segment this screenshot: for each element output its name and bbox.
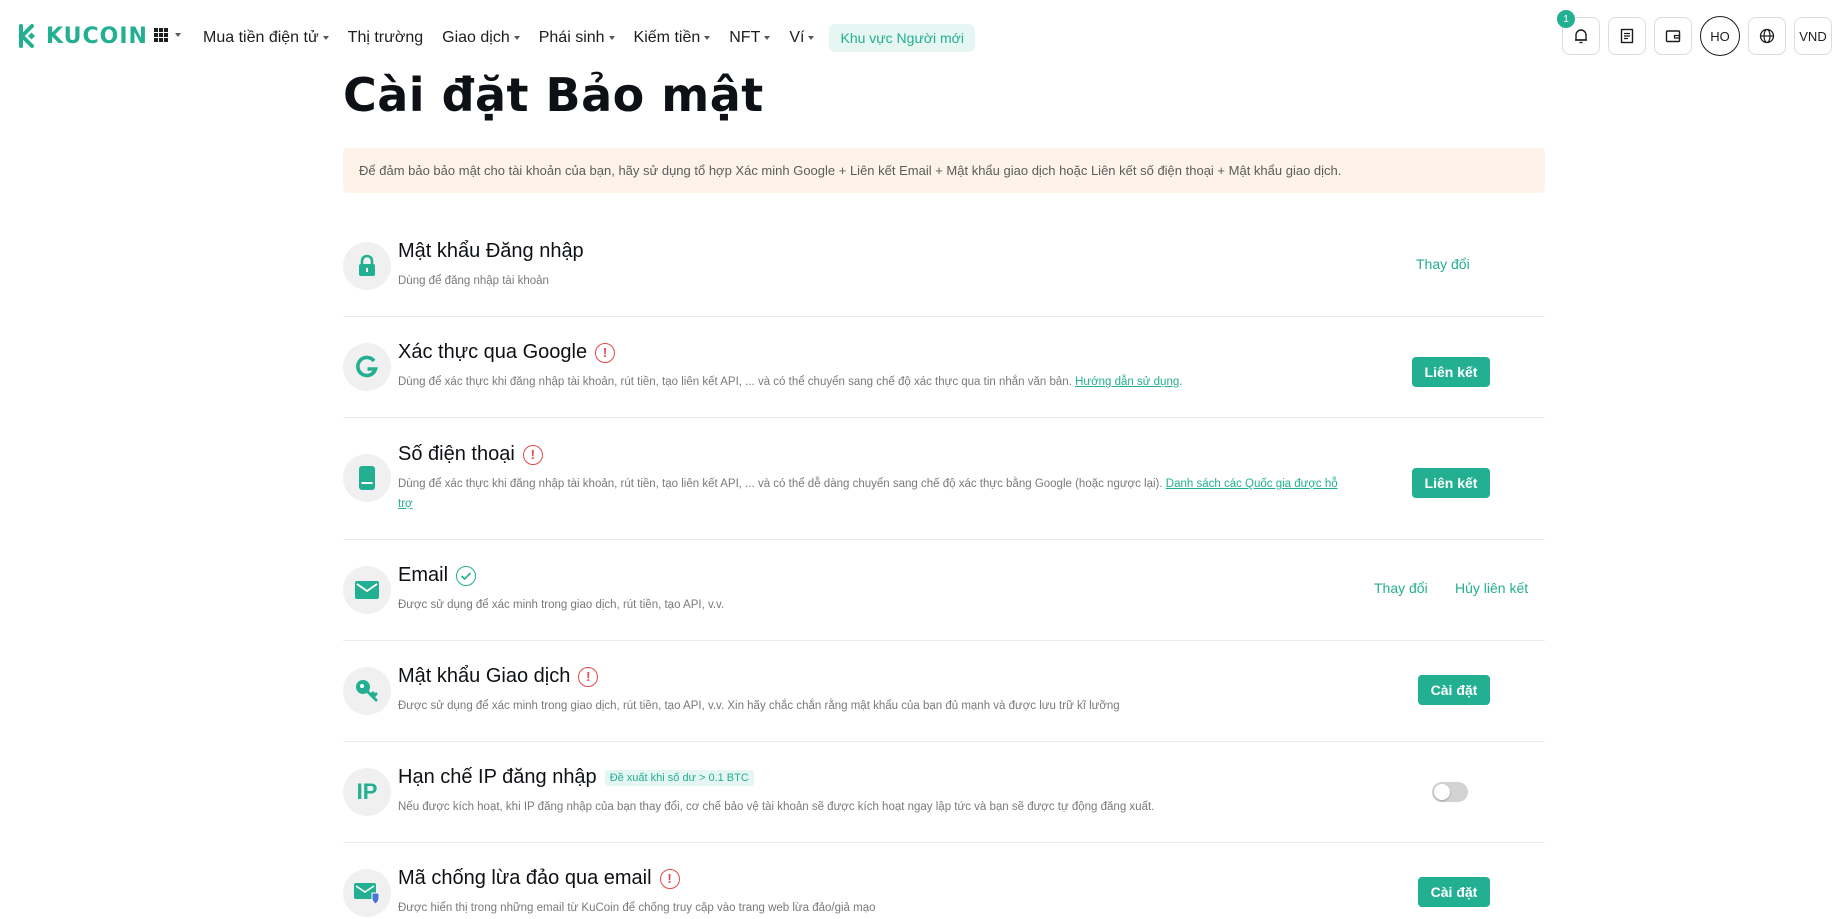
nav-label: Giao dịch — [442, 29, 510, 46]
warning-icon: ! — [659, 868, 680, 889]
toggle-knob — [1434, 784, 1450, 800]
setting-title: Số điện thoại! — [398, 443, 543, 466]
chevron-down-icon — [608, 36, 615, 40]
setting-phone: Số điện thoại! Dùng để xác thực khi đăng… — [343, 418, 1545, 540]
nav-label: Phái sinh — [538, 29, 605, 46]
desc-end: . — [1179, 376, 1183, 388]
header-actions: 1 HO VND — [1557, 10, 1832, 56]
set-anti-phishing-button[interactable]: Cài đặt — [1418, 877, 1490, 907]
top-nav-bar: KUCOIN Mua tiền điện tử Thị trường Giao … — [0, 0, 1832, 62]
notification-count-badge: 1 — [1557, 10, 1575, 28]
setting-title: Mật khẩu Đăng nhập — [398, 240, 584, 263]
email-shield-icon — [343, 869, 391, 917]
link-phone-button[interactable]: Liên kết — [1412, 468, 1490, 498]
setting-title-text: Mật khẩu Đăng nhập — [398, 240, 584, 262]
nav-buy-crypto[interactable]: Mua tiền điện tử — [203, 26, 329, 50]
setting-desc: Dùng để xác thực khi đăng nhập tài khoản… — [398, 474, 1348, 514]
language-button[interactable] — [1748, 17, 1786, 55]
setting-trade-password: Mật khẩu Giao dịch! Được sử dụng để xác … — [343, 641, 1545, 742]
envelope-icon — [343, 566, 391, 614]
desc-text: Dùng để xác thực khi đăng nhập tài khoản… — [398, 478, 1163, 490]
nav-label: Mua tiền điện tử — [203, 29, 319, 46]
kucoin-logo-icon — [19, 24, 36, 48]
lock-icon — [343, 242, 391, 290]
chevron-down-icon — [513, 36, 520, 40]
notifications-button[interactable]: 1 — [1557, 10, 1600, 55]
usage-guide-link[interactable]: Hướng dẫn sử dụng — [1075, 376, 1179, 388]
globe-icon — [1759, 28, 1775, 44]
recommendation-tag: Đề xuất khi số dư > 0.1 BTC — [604, 769, 754, 786]
nav-trade[interactable]: Giao dịch — [442, 26, 520, 50]
security-notice: Để đảm bảo bảo mật cho tài khoản của bạn… — [343, 148, 1545, 193]
setting-ip-restriction: IP Hạn chế IP đăng nhập Đề xuất khi số dư… — [343, 742, 1545, 843]
setting-desc: Được sử dụng để xác minh trong giao dịch… — [398, 599, 725, 611]
orders-button[interactable] — [1608, 17, 1646, 55]
change-login-password-link[interactable]: Thay đổi — [1416, 256, 1470, 272]
apps-grid-icon — [154, 28, 168, 42]
bell-icon — [1575, 29, 1587, 44]
setting-title-text: Mã chống lừa đảo qua email — [398, 867, 652, 889]
chevron-down-icon — [175, 33, 181, 37]
setting-title: Mã chống lừa đảo qua email! — [398, 867, 680, 890]
nav-earn[interactable]: Kiếm tiền — [634, 26, 711, 50]
warning-icon: ! — [595, 342, 616, 363]
brand-name: KUCOIN — [46, 23, 148, 49]
nav-label: NFT — [729, 29, 761, 46]
chevron-down-icon — [704, 36, 711, 40]
setting-login-password: Mật khẩu Đăng nhập Dùng để đăng nhập tài… — [343, 232, 1545, 317]
setting-desc: Dùng để xác thực khi đăng nhập tài khoản… — [398, 372, 1182, 392]
chevron-down-icon — [808, 36, 815, 40]
ip-restriction-toggle[interactable] — [1432, 782, 1468, 802]
setting-title-text: Email — [398, 564, 449, 586]
chevron-down-icon — [322, 36, 329, 40]
warning-icon: ! — [522, 444, 543, 465]
setting-title: Hạn chế IP đăng nhập Đề xuất khi số dư > … — [398, 766, 754, 789]
kucoin-logo[interactable]: KUCOIN — [12, 22, 148, 50]
nav-label: Kiếm tiền — [633, 29, 701, 46]
currency-button[interactable]: VND — [1794, 17, 1832, 55]
warning-icon: ! — [578, 666, 599, 687]
setting-desc: Được sử dụng để xác minh trong giao dịch… — [398, 700, 1120, 712]
setting-title-text: Mật khẩu Giao dịch — [398, 665, 571, 687]
nav-markets[interactable]: Thị trường — [348, 26, 423, 50]
apps-menu-button[interactable] — [154, 28, 181, 42]
setting-title: Mật khẩu Giao dịch! — [398, 665, 599, 688]
unlink-email-link[interactable]: Hủy liên kết — [1455, 580, 1528, 596]
nav-derivatives[interactable]: Phái sinh — [539, 26, 615, 50]
wallet-button[interactable] — [1654, 17, 1692, 55]
setting-desc: Nếu được kích hoạt, khi IP đăng nhập của… — [398, 801, 1155, 813]
setting-desc: Được hiển thị trong những email từ KuCoi… — [398, 902, 876, 914]
setting-anti-phishing: Mã chống lừa đảo qua email! Được hiển th… — [343, 843, 1545, 919]
google-icon — [343, 343, 391, 391]
newbie-zone-button[interactable]: Khu vực Người mới — [829, 24, 975, 52]
setting-email: Email Được sử dụng để xác minh trong gia… — [343, 540, 1545, 641]
set-trade-password-button[interactable]: Cài đặt — [1418, 675, 1490, 705]
setting-title-text: Hạn chế IP đăng nhập — [398, 766, 597, 788]
key-icon — [343, 667, 391, 715]
setting-title: Email — [398, 564, 477, 587]
notice-text: Để đảm bảo bảo mật cho tài khoản của bạn… — [359, 163, 1342, 178]
chevron-down-icon — [764, 36, 771, 40]
desc-text: Dùng để xác thực khi đăng nhập tài khoản… — [398, 376, 1072, 388]
ip-icon: IP — [343, 768, 391, 816]
page-title: Cài đặt Bảo mật — [343, 68, 764, 122]
wallet-icon — [1665, 30, 1681, 43]
change-email-link[interactable]: Thay đổi — [1374, 580, 1428, 596]
user-avatar-button[interactable]: HO — [1700, 16, 1740, 56]
document-icon — [1620, 28, 1634, 44]
security-settings-list: Mật khẩu Đăng nhập Dùng để đăng nhập tài… — [343, 232, 1545, 919]
setting-title-text: Xác thực qua Google — [398, 341, 588, 363]
setting-desc: Dùng để đăng nhập tài khoản — [398, 275, 549, 287]
main-nav: Mua tiền điện tử Thị trường Giao dịch Ph… — [203, 24, 975, 52]
nav-wallet[interactable]: Ví — [789, 26, 815, 50]
setting-google-auth: Xác thực qua Google! Dùng để xác thực kh… — [343, 317, 1545, 418]
phone-icon — [343, 454, 391, 502]
nav-nft[interactable]: NFT — [729, 26, 771, 50]
check-circle-icon — [456, 565, 477, 586]
nav-label: Thị trường — [347, 29, 424, 46]
setting-title: Xác thực qua Google! — [398, 341, 616, 364]
link-google-button[interactable]: Liên kết — [1412, 357, 1490, 387]
nav-label: Ví — [789, 29, 805, 46]
setting-title-text: Số điện thoại — [398, 443, 515, 465]
